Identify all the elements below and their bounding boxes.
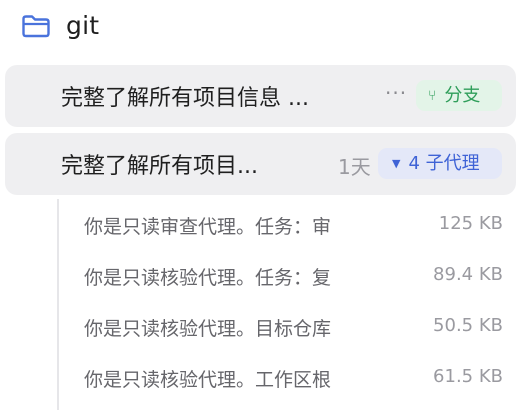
subagent-count: 4 子代理 (408, 153, 480, 174)
subagent-title: 你是只读核验代理。工作区根 (84, 369, 332, 391)
caret-down-icon: ▼ (392, 157, 401, 170)
subagent-toggle[interactable]: ▼ 4 子代理 (378, 148, 502, 179)
subagent-size: 50.5 KB (433, 315, 503, 336)
subagent-row[interactable]: 你是只读核验代理。目标仓库 50.5 KB (60, 302, 516, 352)
branch-badge-label: 分支 (444, 85, 481, 106)
subagent-size: 89.4 KB (433, 264, 503, 285)
subagent-row[interactable]: 你是只读核验代理。工作区根 61.5 KB (60, 353, 516, 403)
subagent-row[interactable]: 你是只读审查代理。任务：审 125 KB (60, 200, 516, 250)
session-title: 完整了解所有项目... (61, 154, 258, 179)
more-dots-icon[interactable]: ··· (385, 81, 407, 105)
subagent-title: 你是只读核验代理。任务：复 (84, 267, 332, 289)
subagent-row[interactable]: 你是只读核验代理。任务：复 89.4 KB (60, 251, 516, 301)
folder-name: git (66, 11, 100, 40)
subagent-size: 125 KB (438, 213, 503, 234)
session-age: 1天 (338, 155, 371, 179)
session-row[interactable]: 完整了解所有项目信息 ... ··· ⑂ 分支 (5, 65, 516, 127)
subagent-size: 61.5 KB (433, 366, 503, 387)
session-row[interactable]: 完整了解所有项目... 1天 ▼ 4 子代理 (5, 133, 516, 195)
branch-icon: ⑂ (428, 88, 437, 104)
subagent-title: 你是只读审查代理。任务：审 (84, 216, 332, 238)
subagent-title: 你是只读核验代理。目标仓库 (84, 318, 332, 340)
folder-icon (22, 15, 50, 38)
branch-badge[interactable]: ⑂ 分支 (416, 80, 502, 111)
folder-header[interactable]: git (0, 0, 532, 58)
session-title: 完整了解所有项目信息 ... (61, 86, 309, 111)
child-tree-guide (57, 199, 59, 410)
